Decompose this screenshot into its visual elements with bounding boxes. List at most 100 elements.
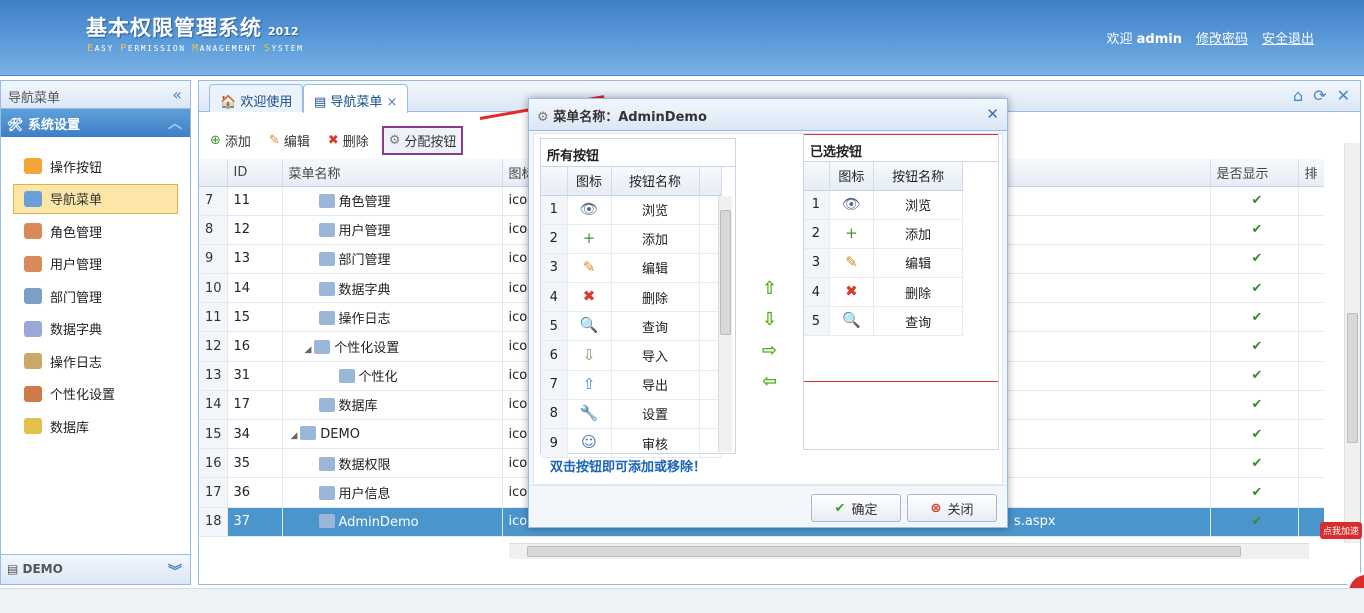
sidebar-item[interactable]: 数据字典 (13, 314, 178, 344)
sidebar-item[interactable]: 操作日志 (13, 346, 178, 376)
column-header[interactable]: 排 (1298, 159, 1324, 187)
cell-menu-name: 数据库 (282, 390, 503, 421)
row-number: 2 (541, 224, 568, 254)
row-number: 17 (199, 477, 228, 508)
checkbox-icon: ✔ (1251, 455, 1263, 471)
refresh-icon[interactable]: ⟳ (1313, 86, 1326, 105)
cell-visible: ✔ (1210, 507, 1299, 537)
button-row[interactable]: 4 ✖ 删除 (541, 282, 722, 313)
menu-item-icon (314, 340, 331, 355)
row-number: 7 (199, 186, 228, 216)
cell-order (1298, 186, 1324, 216)
tab-nav-menu[interactable]: ▤ 导航菜单 × (303, 84, 409, 113)
cell-order (1298, 361, 1324, 391)
checkbox-icon: ✔ (1251, 309, 1263, 325)
cell-menu-name: 用户信息 (282, 477, 503, 508)
ok-button[interactable]: ✔ 确定 (811, 494, 901, 522)
arrow-up-icon[interactable]: ⇧ (762, 278, 777, 299)
collapse-icon[interactable]: « (172, 85, 182, 104)
arrow-right-icon[interactable]: ⇨ (762, 340, 777, 361)
assign-buttons-button[interactable]: ⚙ 分配按钮 (381, 125, 464, 155)
close-tab-icon[interactable]: × (386, 95, 397, 110)
cell-visible: ✔ (1210, 477, 1299, 508)
sidebar-item[interactable]: 数据库 (13, 411, 178, 441)
cell-order (1298, 448, 1324, 479)
sidebar-item[interactable]: 操作按钮 (13, 151, 178, 181)
cell-menu-name: 角色管理 (282, 186, 503, 216)
dialog-footer: ✔ 确定 ⊗ 关闭 (529, 485, 1007, 527)
button-row[interactable]: 1 👁 浏览 (541, 195, 722, 225)
close-button[interactable]: ⊗ 关闭 (907, 494, 997, 522)
sidebar-item-label: 操作日志 (50, 355, 103, 371)
column-header[interactable]: 菜单名称 (282, 159, 503, 187)
nav-group-system-settings[interactable]: 🛠 系统设置 ︿ (1, 109, 190, 137)
sidebar-item[interactable]: 角色管理 (13, 216, 178, 246)
cell-menu-name: ◢ 个性化设置 (282, 331, 503, 362)
cell-id: 16 (227, 331, 283, 362)
button-icon-cell: 👁 (567, 195, 612, 225)
menu-item-icon (318, 513, 335, 528)
add-button[interactable]: ⊕ 添加 (205, 128, 256, 153)
button-icon-cell: 🔧 (567, 399, 612, 430)
left-nav-panel: 导航菜单 « 🛠 系统设置 ︿ 操作按钮 导航菜单 角色管理 用户管理 部门管理 数据字典 操作… (0, 80, 191, 585)
arrow-left-icon[interactable]: ⇦ (762, 371, 777, 392)
close-icon[interactable]: ✕ (1337, 86, 1350, 105)
button-icon: ✖ (582, 287, 596, 306)
menu-item-icon (318, 310, 335, 325)
sidebar-item[interactable]: 部门管理 (13, 281, 178, 311)
app-subtitle: EASY PERMISSION MANAGEMENT SYSTEM (87, 43, 304, 54)
checkbox-icon: ✔ (1251, 339, 1263, 355)
menu-item-icon (318, 485, 335, 500)
close-circle-icon: ⊗ (930, 500, 942, 516)
arrow-down-icon[interactable]: ⇩ (762, 309, 777, 330)
sidebar-item[interactable]: 个性化设置 (13, 379, 178, 409)
button-row[interactable]: 3 ✎ 编辑 (541, 253, 722, 284)
cell-visible: ✔ (1210, 448, 1299, 479)
home-icon[interactable]: ⌂ (1293, 86, 1303, 105)
cell-menu-name: 用户管理 (282, 215, 503, 245)
row-number: 4 (541, 282, 568, 313)
button-row[interactable]: 9 ☺ 审核 (541, 428, 722, 459)
row-number: 18 (199, 507, 228, 537)
sidebar-item[interactable]: 用户管理 (13, 249, 178, 279)
checkbox-icon: ✔ (1251, 222, 1263, 238)
button-icon-cell: ⇧ (567, 370, 612, 400)
checkbox-icon: ✔ (1251, 514, 1263, 530)
button-icon: 🔍 (579, 316, 599, 335)
all-buttons-scrollbar[interactable] (718, 196, 732, 452)
cell-id: 11 (227, 186, 283, 216)
menu-item-icon (24, 385, 42, 402)
button-row[interactable]: 6 ⇩ 导入 (541, 340, 722, 371)
button-name-cell: 设置 (611, 399, 700, 430)
grid-horizontal-scrollbar[interactable] (509, 543, 1309, 559)
change-password-link[interactable]: 修改密码 (1196, 28, 1248, 47)
menu-item-icon (24, 255, 42, 272)
column-header[interactable] (199, 159, 228, 187)
button-row[interactable]: 5 🔍 查询 (541, 311, 722, 342)
logout-link[interactable]: 安全退出 (1262, 28, 1314, 47)
cell-visible: ✔ (1210, 273, 1299, 304)
button-row[interactable]: 7 ⇧ 导出 (541, 370, 722, 400)
grid-vertical-scrollbar[interactable] (1344, 143, 1360, 543)
button-name-cell: 导出 (611, 370, 700, 400)
sidebar-item-label: 个性化设置 (50, 388, 116, 403)
menu-item-icon (24, 190, 42, 207)
button-icon-cell: ⇩ (567, 340, 612, 371)
nav-group-demo[interactable]: ▤ DEMO ︾ (1, 554, 190, 584)
button-row[interactable]: 8 🔧 设置 (541, 399, 722, 430)
button-icon-cell: ✖ (567, 282, 612, 313)
sidebar-item-label: 角色管理 (50, 225, 103, 241)
cell-id: 15 (227, 302, 283, 333)
cell-order (1298, 302, 1324, 333)
button-row[interactable]: 2 + 添加 (541, 224, 722, 254)
delete-button[interactable]: ✖ 删除 (323, 128, 374, 153)
sidebar-item[interactable]: 导航菜单 (13, 183, 178, 214)
dialog-close-icon[interactable]: ✕ (986, 105, 999, 123)
tab-welcome[interactable]: 🏠 欢迎使用 (209, 84, 304, 112)
menu-item-icon (24, 158, 42, 174)
column-header[interactable]: ID (227, 159, 283, 187)
button-icon: ⇩ (582, 345, 596, 364)
row-number: 5 (541, 311, 568, 342)
column-header[interactable]: 是否显示 (1210, 159, 1299, 187)
edit-button[interactable]: ✎ 编辑 (264, 128, 315, 153)
